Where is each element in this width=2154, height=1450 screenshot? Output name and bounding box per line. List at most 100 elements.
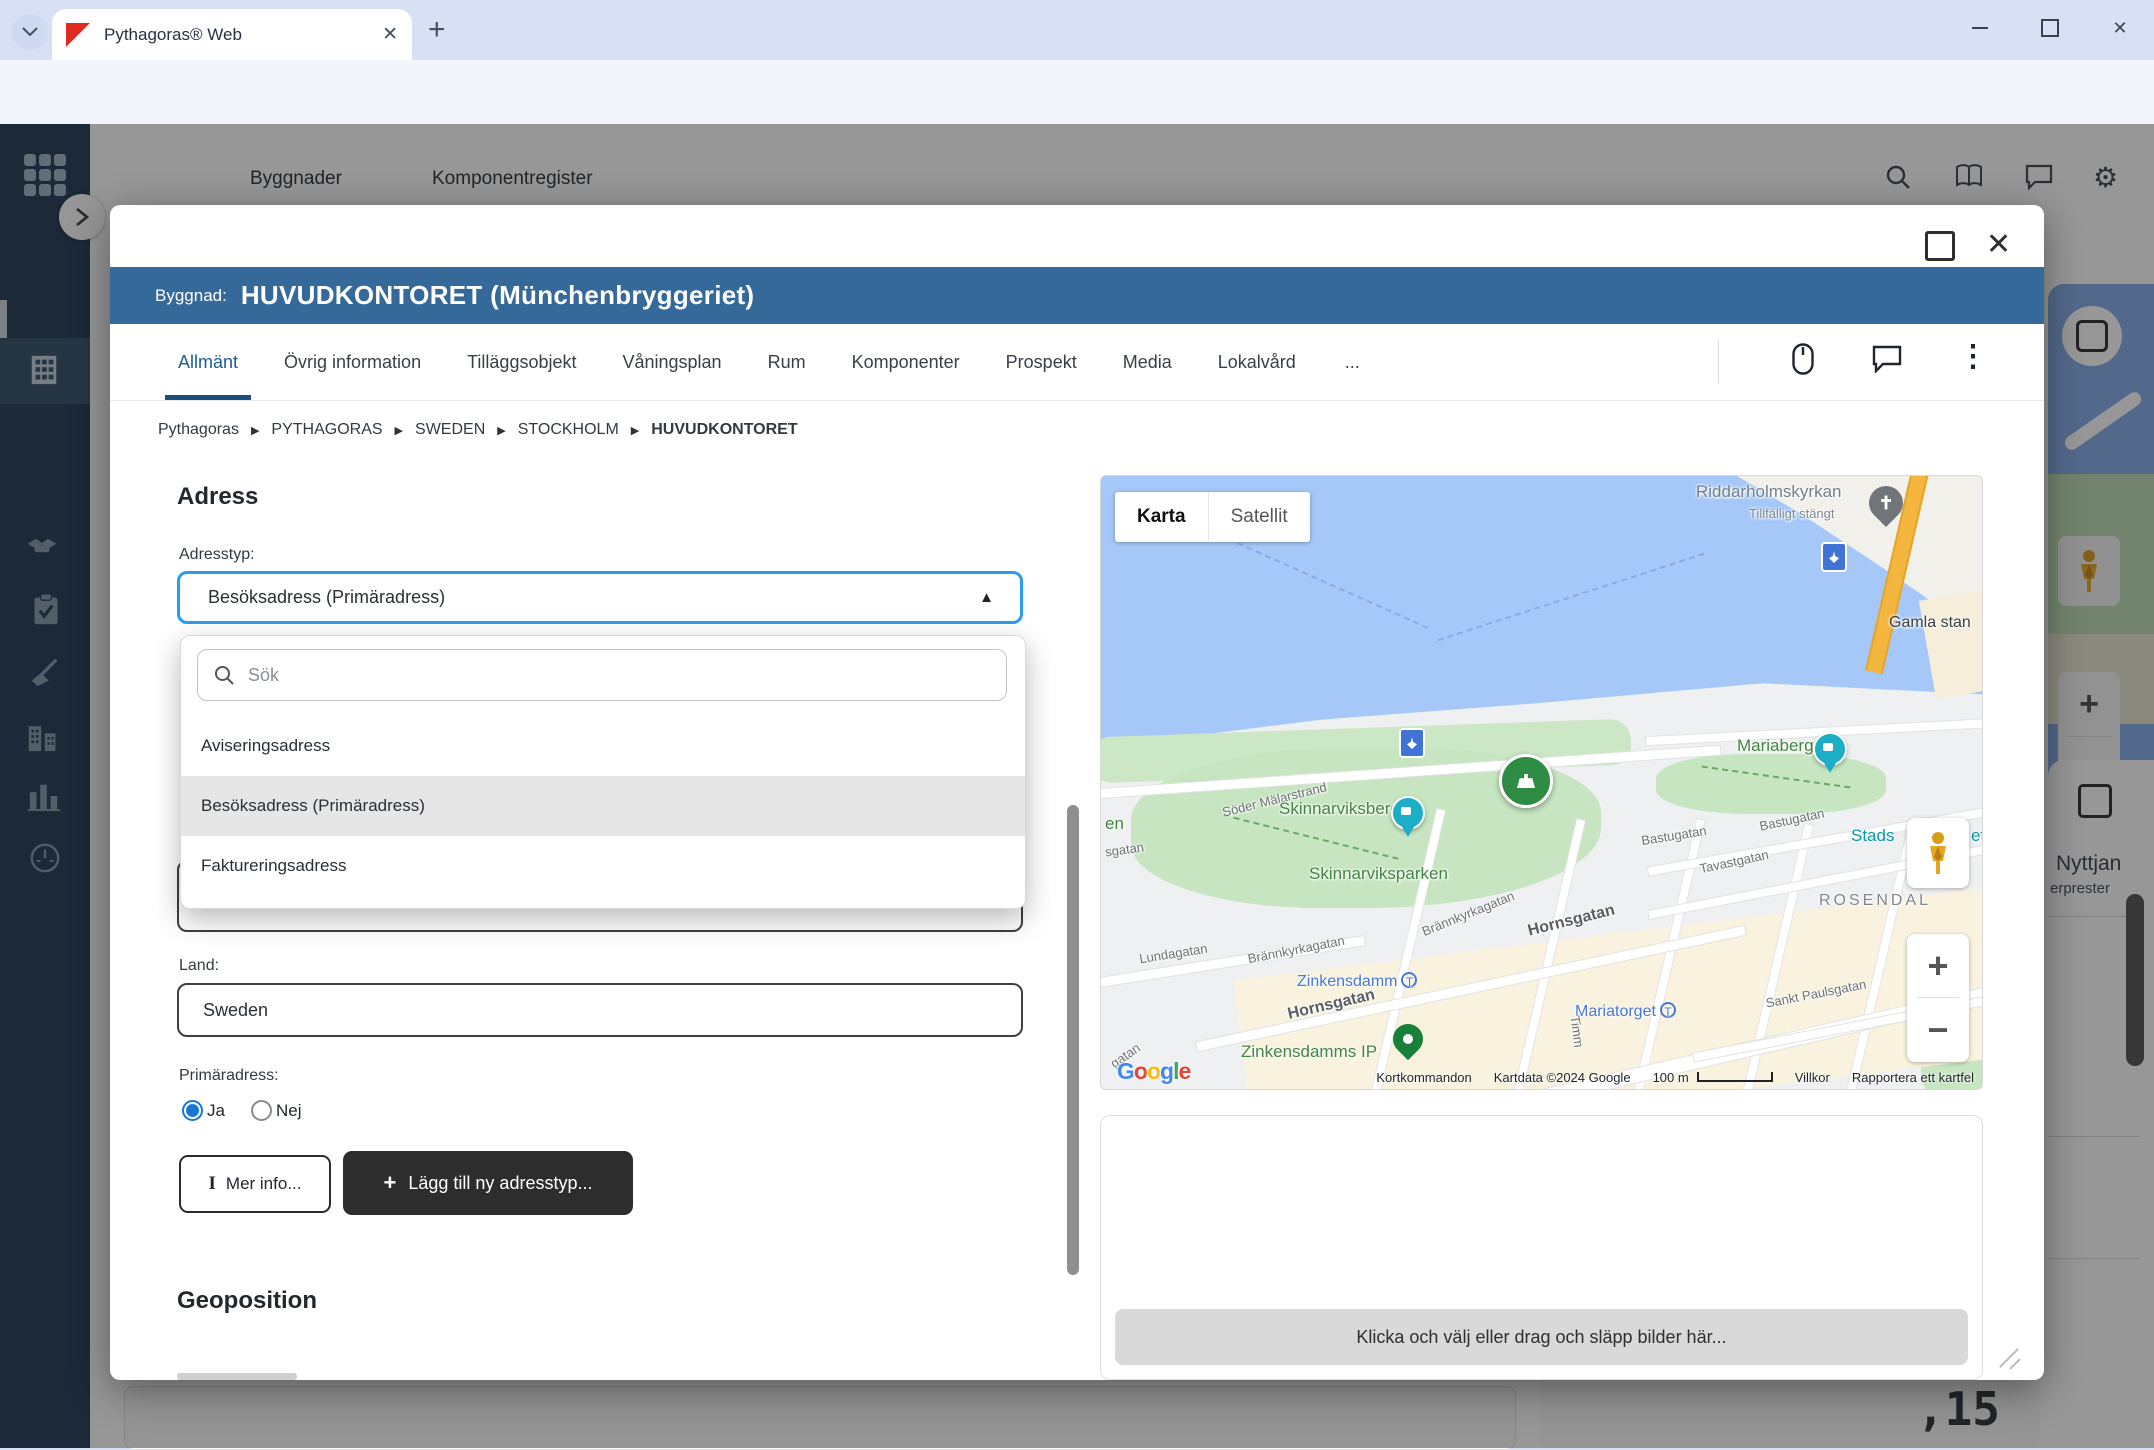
tab-v-ningsplan[interactable]: Våningsplan <box>599 324 744 401</box>
dialog-tabs: AllmäntÖvrig informationTilläggsobjektVå… <box>155 324 1386 401</box>
camera-pin-icon[interactable] <box>1813 732 1847 766</box>
clipped-label <box>177 1373 297 1380</box>
breadcrumb-item[interactable]: SWEDEN <box>415 421 485 439</box>
dialog-chat-icon[interactable] <box>1872 345 1902 373</box>
dialog-title: HUVUDKONTORET (Münchenbryggeriet) <box>241 280 755 311</box>
map-label: MariatorgetT <box>1575 1002 1676 1021</box>
breadcrumb-separator: ▶ <box>497 424 505 437</box>
window-minimize-button[interactable] <box>1948 0 2012 56</box>
dropdown-search-input[interactable]: Sök <box>197 649 1007 701</box>
radio-nej[interactable] <box>251 1100 272 1121</box>
land-value: Sweden <box>203 1000 268 1021</box>
zoom-in-button[interactable]: + <box>1907 934 1969 997</box>
map-data-text: Kartdata ©2024 Google <box>1494 1070 1631 1085</box>
search-placeholder: Sök <box>248 665 279 686</box>
land-label: Land: <box>179 957 219 975</box>
breadcrumb-item[interactable]: HUVUDKONTORET <box>651 421 797 439</box>
building-location-marker[interactable] <box>1499 754 1553 808</box>
primaradress-label: Primäradress: <box>179 1067 279 1085</box>
breadcrumb-separator: ▶ <box>395 424 403 437</box>
map-label: en <box>1105 814 1124 834</box>
add-adresstyp-button[interactable]: + Lägg till ny adresstyp... <box>343 1151 633 1215</box>
adresstyp-value: Besöksadress (Primäradress) <box>208 587 445 608</box>
map-type-karta-button[interactable]: Karta <box>1115 492 1209 542</box>
google-map[interactable]: ✝ RiddarholmskyrkanTillfälligt stängtGam… <box>1100 475 1983 1090</box>
dropdown-options: AviseringsadressBesöksadress (Primäradre… <box>181 716 1025 896</box>
section-heading-adress: Adress <box>177 483 258 511</box>
tab--vrig-information[interactable]: Övrig information <box>261 324 444 401</box>
plus-icon: + <box>384 1170 397 1196</box>
breadcrumb-item[interactable]: STOCKHOLM <box>518 421 619 439</box>
dropdown-option[interactable]: Faktureringsadress <box>181 836 1025 896</box>
chevron-up-icon: ▲ <box>979 589 994 606</box>
breadcrumb[interactable]: Pythagoras ▶ PYTHAGORAS ▶ SWEDEN ▶ STOCKHOLM ▶ H… <box>158 421 798 439</box>
map-label: Skinnarviksparken <box>1309 864 1448 884</box>
tabs-overflow[interactable]: ... <box>1319 352 1386 373</box>
browser-toolbar: pim.pythagoras.se/py_datamanager_interna… <box>0 60 2154 124</box>
add-adresstyp-label: Lägg till ny adresstyp... <box>408 1173 592 1194</box>
map-scale-text: 100 m <box>1653 1070 1689 1085</box>
radio-nej-label: Nej <box>276 1101 302 1121</box>
dropdown-option[interactable]: Besöksadress (Primäradress) <box>181 776 1025 836</box>
map-attribution: Kortkommandon Kartdata ©2024 Google 100 … <box>1101 1065 1983 1089</box>
map-shortcuts-link[interactable]: Kortkommandon <box>1376 1070 1471 1085</box>
tab-till-ggsobjekt[interactable]: Tilläggsobjekt <box>444 324 599 401</box>
tab-rum[interactable]: Rum <box>745 324 829 401</box>
zoom-out-button[interactable]: − <box>1907 998 1969 1061</box>
adresstyp-dropdown: Sök AviseringsadressBesöksadress (Primär… <box>180 635 1026 909</box>
map-zoom-control: + − <box>1907 934 1969 1062</box>
pegman-control[interactable] <box>1907 818 1969 888</box>
tab-search-button[interactable] <box>12 14 48 50</box>
map-label: Tillfälligt stängt <box>1749 506 1835 521</box>
map-label: Riddarholmskyrkan <box>1696 482 1842 502</box>
map-label: Stads <box>1851 826 1894 846</box>
map-type-control: Karta Satellit <box>1115 492 1310 542</box>
info-icon: I <box>209 1173 216 1195</box>
window-maximize-button[interactable] <box>2018 0 2082 56</box>
radio-ja[interactable] <box>182 1100 203 1121</box>
dialog-kebab-menu-icon[interactable]: ⋮ <box>1958 339 1988 374</box>
tabs-bottom-line <box>110 400 2044 401</box>
ferry-icon[interactable] <box>1821 542 1847 572</box>
mouse-pointer-icon[interactable] <box>1792 343 1814 375</box>
map-terms-link[interactable]: Villkor <box>1795 1070 1830 1085</box>
map-label: et <box>1971 826 1983 846</box>
dropdown-option[interactable]: Aviseringsadress <box>181 716 1025 776</box>
breadcrumb-separator: ▶ <box>251 424 259 437</box>
map-label: Brännkyrkagatan <box>1246 933 1345 966</box>
ferry-icon[interactable] <box>1399 728 1425 758</box>
map-label: ZinkensdammT <box>1297 972 1417 991</box>
new-tab-button[interactable]: + <box>428 16 446 44</box>
tabs-divider <box>1718 341 1719 383</box>
tab-prospekt[interactable]: Prospekt <box>983 324 1100 401</box>
tab-media[interactable]: Media <box>1100 324 1195 401</box>
window-close-button[interactable] <box>2088 0 2152 56</box>
pythagoras-favicon <box>66 23 90 47</box>
search-icon <box>214 665 234 685</box>
camera-pin-icon[interactable] <box>1391 796 1425 830</box>
breadcrumb-item[interactable]: Pythagoras <box>158 421 239 439</box>
image-dropzone[interactable]: Klicka och välj eller drag och släpp bil… <box>1115 1309 1968 1365</box>
adresstyp-select[interactable]: Besöksadress (Primäradress) ▲ <box>177 571 1023 624</box>
tab-allm-nt[interactable]: Allmänt <box>155 324 261 401</box>
dialog-maximize-icon[interactable] <box>1925 231 1955 261</box>
dialog-close-icon[interactable]: ✕ <box>1986 227 2011 262</box>
tab-title: Pythagoras® Web <box>104 25 374 45</box>
tab-close-icon[interactable]: ✕ <box>382 23 398 46</box>
image-dropzone-card: Klicka och välj eller drag och släpp bil… <box>1100 1115 1983 1380</box>
land-field[interactable]: Sweden <box>177 983 1023 1037</box>
mer-info-button[interactable]: I Mer info... <box>179 1155 331 1213</box>
tab-komponenter[interactable]: Komponenter <box>829 324 983 401</box>
breadcrumb-separator: ▶ <box>631 424 639 437</box>
map-report-link[interactable]: Rapportera ett kartfel <box>1852 1070 1974 1085</box>
browser-tab[interactable]: Pythagoras® Web ✕ <box>52 9 412 60</box>
map-type-satellit-button[interactable]: Satellit <box>1209 492 1310 542</box>
primaradress-radio-group: Ja Nej <box>182 1100 301 1121</box>
mer-info-label: Mer info... <box>226 1174 302 1194</box>
section-heading-geoposition: Geoposition <box>177 1287 317 1315</box>
metro-icon: T <box>1660 1002 1676 1018</box>
dialog-scrollbar[interactable] <box>1067 805 1079 1275</box>
breadcrumb-item[interactable]: PYTHAGORAS <box>271 421 382 439</box>
dialog-resize-handle[interactable] <box>1996 1345 2022 1371</box>
tab-lokalv-rd[interactable]: Lokalvård <box>1195 324 1319 401</box>
